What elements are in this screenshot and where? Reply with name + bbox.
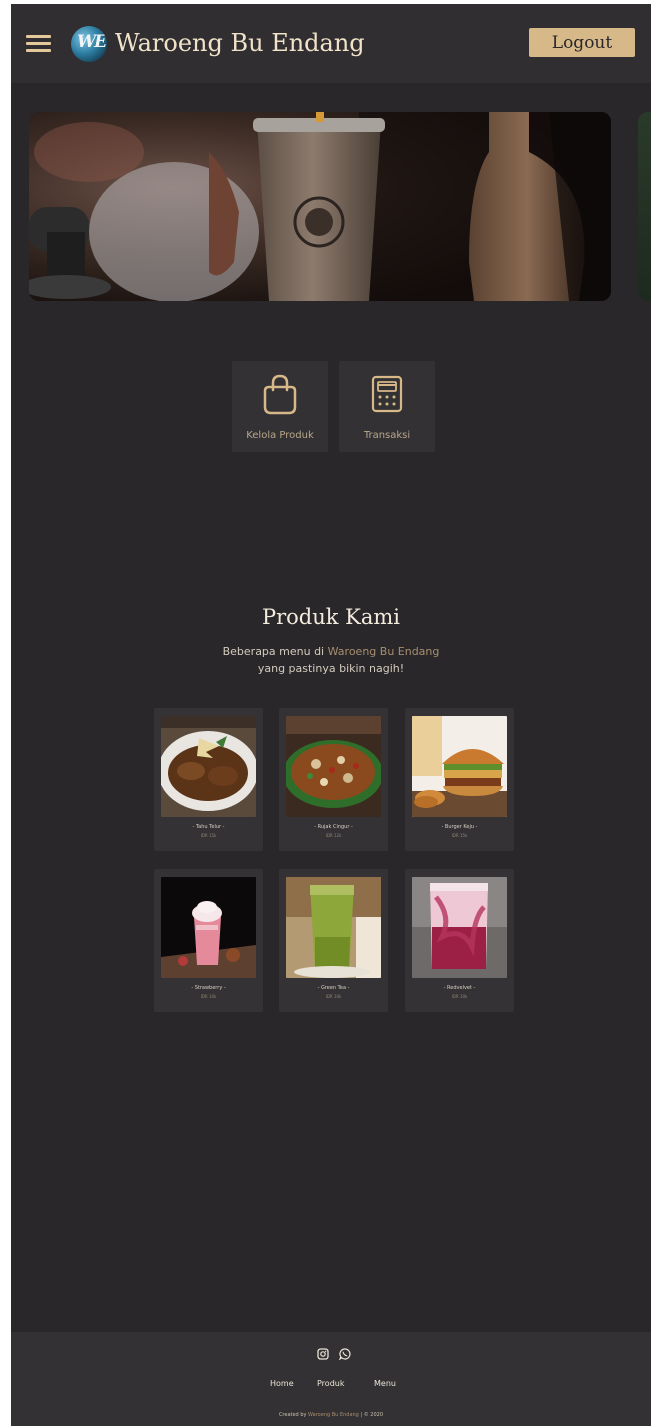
- product-price: IDR 15k: [451, 833, 468, 838]
- product-image-tahu-telur: [161, 716, 256, 817]
- product-name: - Tahu Telur -: [192, 824, 225, 830]
- footer-link-home[interactable]: Home: [270, 1379, 294, 1388]
- product-price: IDR 12k: [325, 833, 342, 838]
- product-image-green-tea: [286, 877, 381, 978]
- product-image-redvelvet: [412, 877, 507, 978]
- transactions-label: Transaksi: [363, 430, 411, 441]
- product-card[interactable]: - Burger Keju - IDR 15k: [405, 708, 514, 851]
- product-name: - Strawberry -: [191, 985, 226, 991]
- subtitle-brand: Waroeng Bu Endang: [327, 645, 440, 658]
- section-title: Produk Kami: [261, 605, 401, 629]
- logout-button[interactable]: Logout: [529, 28, 635, 57]
- product-card[interactable]: - Tahu Telur - IDR 15k: [154, 708, 263, 851]
- product-name: - Rujak Cingur -: [314, 824, 353, 830]
- product-name: - Green Tea -: [317, 985, 350, 991]
- manage-products-tile[interactable]: Kelola Produk: [232, 361, 328, 452]
- product-price: IDR 15k: [200, 833, 217, 838]
- product-image-burger-keju: [412, 716, 507, 817]
- navbar: WE Waroeng Bu Endang Logout: [11, 4, 651, 83]
- product-card[interactable]: - Redvelvet - IDR 10k: [405, 869, 514, 1012]
- credit-year: | © 2020: [358, 1412, 384, 1418]
- section-subtitle: Beberapa menu di Waroeng Bu Endang yang …: [11, 643, 651, 677]
- product-price: IDR 10k: [451, 994, 468, 999]
- subtitle-text: Beberapa menu di: [222, 645, 328, 658]
- product-card[interactable]: - Strawberry - IDR 10k: [154, 869, 263, 1012]
- credit-brand[interactable]: Waroeng Bu Endang: [308, 1412, 359, 1418]
- hero-image: [29, 112, 611, 301]
- footer: Home Produk Menu Created by Waroeng Bu E…: [11, 1332, 651, 1426]
- product-name: - Burger Keju -: [441, 824, 478, 830]
- manage-products-label: Kelola Produk: [246, 430, 314, 441]
- footer-credit: Created by Waroeng Bu Endang | © 2020: [11, 1412, 651, 1418]
- product-price: IDR 10k: [200, 994, 217, 999]
- carousel-next-slide-peek[interactable]: [638, 112, 651, 301]
- logo-mark: WE: [77, 32, 107, 52]
- product-card[interactable]: - Rujak Cingur - IDR 12k: [279, 708, 388, 851]
- subtitle-line-two: yang pastinya bikin nagih!: [257, 662, 405, 675]
- hamburger-menu-icon[interactable]: [26, 35, 51, 53]
- shopping-bag-icon: [263, 374, 297, 415]
- footer-link-menu[interactable]: Menu: [374, 1379, 396, 1388]
- product-card[interactable]: - Green Tea - IDR 10k: [279, 869, 388, 1012]
- hero-carousel-slide[interactable]: [29, 112, 611, 301]
- calculator-icon: [371, 375, 403, 413]
- whatsapp-icon[interactable]: [339, 1348, 351, 1360]
- product-image-rujak-cingur: [286, 716, 381, 817]
- product-name: - Redvelvet -: [443, 985, 476, 991]
- footer-link-produk[interactable]: Produk: [317, 1379, 344, 1388]
- brand-name[interactable]: Waroeng Bu Endang: [115, 29, 365, 57]
- product-price: IDR 10k: [325, 994, 342, 999]
- brand-logo[interactable]: WE: [71, 26, 107, 62]
- credit-text: Created by: [278, 1412, 309, 1418]
- instagram-icon[interactable]: [317, 1348, 329, 1360]
- app-frame: WE Waroeng Bu Endang Logout Kelola Produ…: [11, 4, 651, 1426]
- product-image-strawberry: [161, 877, 256, 978]
- transactions-tile[interactable]: Transaksi: [339, 361, 435, 452]
